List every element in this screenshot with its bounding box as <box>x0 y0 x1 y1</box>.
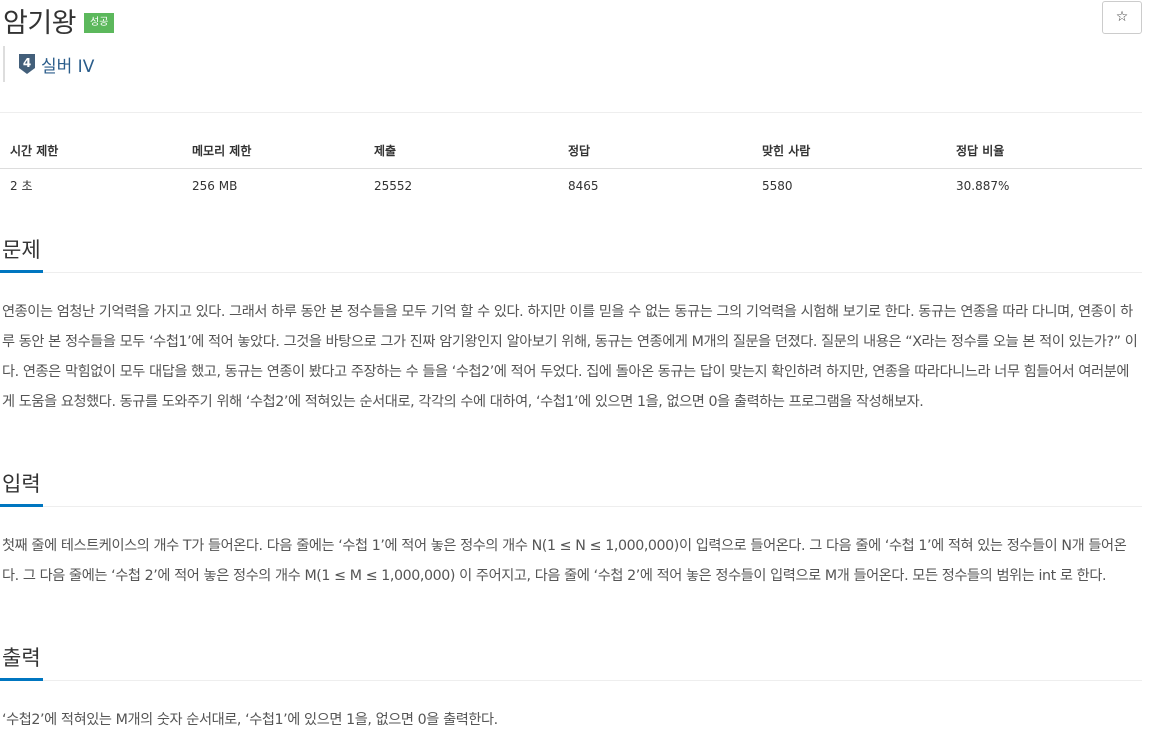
problem-title-row: 암기왕 성공 <box>3 2 115 39</box>
problem-info-table: 시간 제한 메모리 제한 제출 정답 맞힌 사람 정답 비율 2 초 256 M… <box>0 134 1142 203</box>
divider <box>0 112 1142 113</box>
tier-level: 4 <box>23 56 31 70</box>
problem-title: 암기왕 <box>3 7 77 39</box>
input-title: 입력 <box>0 468 43 507</box>
value-time-limit: 2 초 <box>10 179 33 193</box>
value-submissions: 25552 <box>374 179 413 193</box>
description-title: 문제 <box>0 234 43 273</box>
input-section-header: 입력 <box>0 468 1142 507</box>
output-section-header: 출력 <box>0 642 1142 681</box>
table-row: 2 초 256 MB 25552 8465 5580 30.887% <box>0 169 1142 203</box>
table-header-row: 시간 제한 메모리 제한 제출 정답 맞힌 사람 정답 비율 <box>0 134 1142 169</box>
description-section-header: 문제 <box>0 234 1142 273</box>
header-time-limit: 시간 제한 <box>10 144 59 158</box>
tier-label[interactable]: 실버 IV <box>41 52 94 77</box>
header-memory-limit: 메모리 제한 <box>192 144 252 158</box>
output-title: 출력 <box>0 642 43 681</box>
header-solved-users: 맞힌 사람 <box>762 144 811 158</box>
value-memory-limit: 256 MB <box>192 179 238 193</box>
star-button[interactable]: ☆ <box>1102 1 1142 34</box>
star-icon: ☆ <box>1115 9 1129 25</box>
value-accept-ratio: 30.887% <box>956 179 1010 193</box>
input-text: 첫째 줄에 테스트케이스의 개수 T가 들어온다. 다음 줄에는 ‘수첩 1’에… <box>2 538 1127 584</box>
status-badge: 성공 <box>84 13 115 33</box>
value-solved-users: 5580 <box>762 179 793 193</box>
value-accepted: 8465 <box>568 179 599 193</box>
header-accept-ratio: 정답 비율 <box>956 144 1005 158</box>
description-text: 연종이는 엄청난 기억력을 가지고 있다. 그래서 하루 동안 본 정수들을 모… <box>2 304 1138 410</box>
tier-badge-icon: 4 <box>19 54 35 74</box>
tier-row: 4 실버 IV <box>3 46 94 82</box>
header-accepted: 정답 <box>568 144 591 158</box>
output-text: ‘수첩2’에 적혀있는 M개의 숫자 순서대로, ‘수첩1’에 있으면 1을, … <box>2 712 498 728</box>
header-submissions: 제출 <box>374 144 397 158</box>
